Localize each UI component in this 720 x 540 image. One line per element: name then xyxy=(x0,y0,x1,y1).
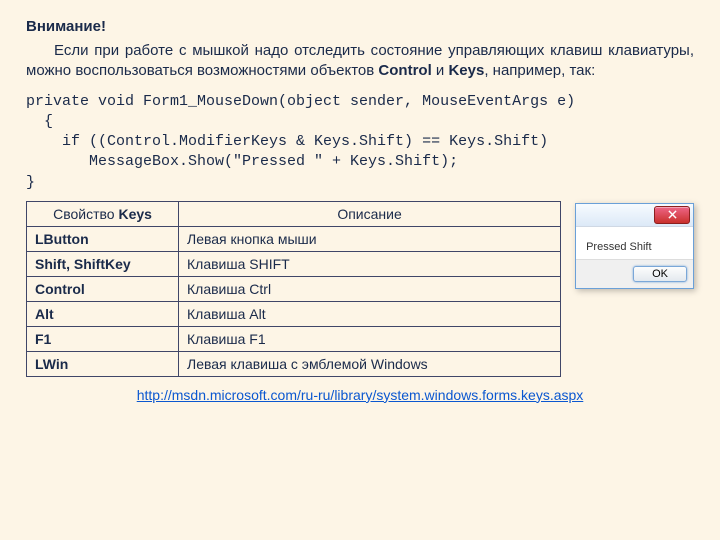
bold-control: Control xyxy=(378,62,431,79)
table-cell-desc: Левая кнопка мыши xyxy=(179,226,561,251)
th-bold: Keys xyxy=(118,206,151,222)
th-text: Свойство xyxy=(53,206,118,222)
table-cell-desc: Левая клавиша с эмблемой Windows xyxy=(179,351,561,376)
table-row: F1Клавиша F1 xyxy=(27,326,561,351)
table-cell-desc: Клавиша Alt xyxy=(179,301,561,326)
table-header-property: Свойство Keys xyxy=(27,201,179,226)
table-cell-key: LButton xyxy=(27,226,179,251)
table-cell-key: Alt xyxy=(27,301,179,326)
table-row: Shift, ShiftKeyКлавиша SHIFT xyxy=(27,251,561,276)
para-text-2: и xyxy=(432,62,449,79)
table-cell-desc: Клавиша F1 xyxy=(179,326,561,351)
table-cell-key: F1 xyxy=(27,326,179,351)
dialog-body: Pressed Shift xyxy=(576,227,693,259)
table-row: LButtonЛевая кнопка мыши xyxy=(27,226,561,251)
dialog-titlebar xyxy=(576,204,693,227)
table-cell-key: LWin xyxy=(27,351,179,376)
intro-paragraph: Если при работе с мышкой надо отследить … xyxy=(26,41,694,82)
code-block: private void Form1_MouseDown(object send… xyxy=(26,92,694,193)
messagebox-dialog: Pressed Shift OK xyxy=(575,203,694,289)
table-cell-desc: Клавиша SHIFT xyxy=(179,251,561,276)
keys-table: Свойство Keys Описание LButtonЛевая кноп… xyxy=(26,201,561,377)
para-text-3: , например, так: xyxy=(484,62,595,79)
table-header-description: Описание xyxy=(179,201,561,226)
table-cell-key: Control xyxy=(27,276,179,301)
table-cell-key: Shift, ShiftKey xyxy=(27,251,179,276)
ok-button[interactable]: OK xyxy=(633,266,687,282)
bold-keys: Keys xyxy=(448,62,484,79)
attention-heading: Внимание! xyxy=(26,18,694,35)
reference-link-row: http://msdn.microsoft.com/ru-ru/library/… xyxy=(26,387,694,404)
table-row: AltКлавиша Alt xyxy=(27,301,561,326)
dialog-footer: OK xyxy=(576,259,693,288)
table-cell-desc: Клавиша Ctrl xyxy=(179,276,561,301)
close-button[interactable] xyxy=(654,206,690,224)
table-row: ControlКлавиша Ctrl xyxy=(27,276,561,301)
close-icon xyxy=(668,210,677,219)
msdn-link[interactable]: http://msdn.microsoft.com/ru-ru/library/… xyxy=(137,387,584,403)
table-row: LWinЛевая клавиша с эмблемой Windows xyxy=(27,351,561,376)
dialog-message: Pressed Shift xyxy=(586,241,651,253)
